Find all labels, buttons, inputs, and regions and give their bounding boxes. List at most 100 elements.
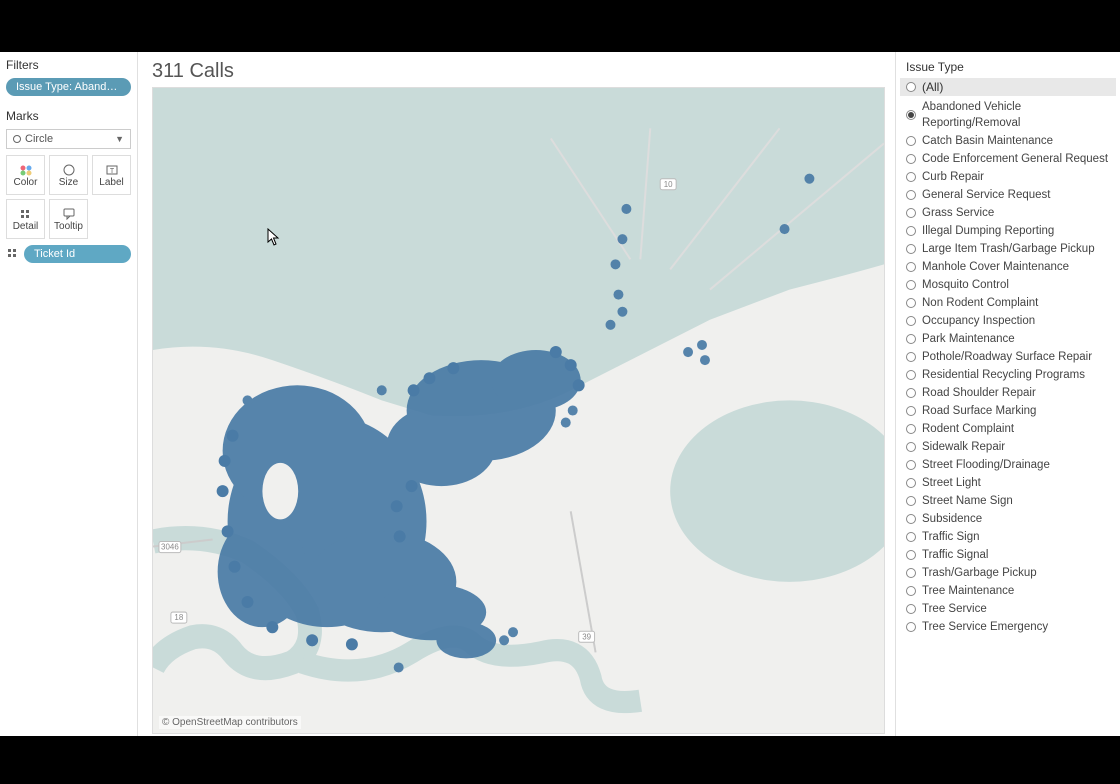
issue-type-option[interactable]: Illegal Dumping Reporting [900,222,1116,240]
road-label-3046: 3046 [161,543,179,552]
detail-icon [19,207,33,221]
issue-type-option-label: Subsidence [922,511,982,527]
issue-type-option[interactable]: Sidewalk Repair [900,438,1116,456]
issue-type-option[interactable]: Abandoned Vehicle Reporting/Removal [900,98,1116,132]
color-button[interactable]: Color [6,155,45,195]
radio-icon [906,514,916,524]
radio-icon [906,208,916,218]
detail-row-icon [6,247,20,261]
chevron-down-icon: ▼ [115,134,124,144]
issue-type-option[interactable]: Non Rodent Complaint [900,294,1116,312]
map-attribution: © OpenStreetMap contributors [159,716,301,729]
issue-type-option[interactable]: Catch Basin Maintenance [900,132,1116,150]
radio-icon [906,226,916,236]
issue-type-option-label: Non Rodent Complaint [922,295,1038,311]
radio-icon [906,604,916,614]
issue-type-option[interactable]: Street Name Sign [900,492,1116,510]
issue-type-option-label: Illegal Dumping Reporting [922,223,1054,239]
radio-icon [906,388,916,398]
issue-type-option-label: Sidewalk Repair [922,439,1005,455]
circle-icon [13,135,21,143]
issue-type-option[interactable]: Street Light [900,474,1116,492]
radio-icon [906,586,916,596]
issue-type-option[interactable]: Tree Service Emergency [900,618,1116,636]
issue-type-option-label: Code Enforcement General Request [922,151,1108,167]
issue-type-list: Abandoned Vehicle Reporting/Removal Catch… [900,96,1116,638]
issue-type-option-label: Street Name Sign [922,493,1013,509]
issue-type-option[interactable]: Traffic Sign [900,528,1116,546]
issue-type-option[interactable]: Occupancy Inspection [900,312,1116,330]
empty-mark-slot [92,199,131,239]
map-svg: 3046 18 39 10 [153,88,884,733]
road-label-18: 18 [174,613,183,622]
issue-type-option-label: Trash/Garbage Pickup [922,565,1037,581]
radio-icon [906,280,916,290]
issue-type-all-row[interactable]: (All) [900,78,1116,96]
issue-type-option[interactable]: Large Item Trash/Garbage Pickup [900,240,1116,258]
svg-text:T: T [109,168,114,175]
road-label-10: 10 [664,180,673,189]
tooltip-icon [62,207,76,221]
issue-type-filter-panel: Issue Type (All) Abandoned Vehicle Repor… [895,52,1120,736]
size-icon [62,163,76,177]
size-button[interactable]: Size [49,155,88,195]
issue-type-option[interactable]: Curb Repair [900,168,1116,186]
radio-icon [906,352,916,362]
issue-type-title: Issue Type [900,58,1116,78]
marks-dropdown-label: Circle [25,133,53,145]
filter-pill-issue-type[interactable]: Issue Type: Abandon.. [6,78,131,96]
radio-icon [906,532,916,542]
issue-type-option[interactable]: Trash/Garbage Pickup [900,564,1116,582]
issue-type-option-label: Grass Service [922,205,994,221]
issue-type-option-label: Road Surface Marking [922,403,1036,419]
issue-type-option-label: Curb Repair [922,169,984,185]
issue-type-option[interactable]: Code Enforcement General Request [900,150,1116,168]
radio-icon [906,172,916,182]
radio-icon [906,496,916,506]
issue-type-option-label: Tree Service Emergency [922,619,1048,635]
marks-type-dropdown[interactable]: Circle ▼ [6,129,131,149]
issue-type-option[interactable]: Subsidence [900,510,1116,528]
tooltip-button[interactable]: Tooltip [49,199,88,239]
filters-title: Filters [6,58,131,72]
radio-icon [906,82,916,92]
issue-type-option[interactable]: Park Maintenance [900,330,1116,348]
radio-icon [906,316,916,326]
issue-type-option[interactable]: Pothole/Roadway Surface Repair [900,348,1116,366]
radio-icon [906,568,916,578]
window-black-bar-bottom [0,736,1120,784]
issue-type-option[interactable]: Road Surface Marking [900,402,1116,420]
radio-icon [906,244,916,254]
issue-type-option[interactable]: Residential Recycling Programs [900,366,1116,384]
issue-type-option[interactable]: General Service Request [900,186,1116,204]
radio-icon [906,190,916,200]
radio-icon [906,424,916,434]
marks-shelf: Marks Circle ▼ Color [6,109,131,263]
issue-type-option[interactable]: Mosquito Control [900,276,1116,294]
radio-icon [906,622,916,632]
issue-type-option-label: Abandoned Vehicle Reporting/Removal [922,99,1110,131]
detail-button[interactable]: Detail [6,199,45,239]
issue-type-option[interactable]: Manhole Cover Maintenance [900,258,1116,276]
radio-icon [906,110,916,120]
marks-title: Marks [6,109,131,123]
issue-type-option-label: Street Flooding/Drainage [922,457,1050,473]
filters-shelf: Filters Issue Type: Abandon.. [6,58,131,99]
issue-type-option[interactable]: Road Shoulder Repair [900,384,1116,402]
issue-type-option-label: Residential Recycling Programs [922,367,1085,383]
issue-type-option-label: Catch Basin Maintenance [922,133,1053,149]
issue-type-option[interactable]: Street Flooding/Drainage [900,456,1116,474]
detail-pill-ticket-id[interactable]: Ticket Id [24,245,131,263]
road-label-39: 39 [582,632,591,641]
label-button[interactable]: T Label [92,155,131,195]
issue-type-option[interactable]: Tree Service [900,600,1116,618]
issue-type-option-label: Traffic Sign [922,529,980,545]
issue-type-option[interactable]: Rodent Complaint [900,420,1116,438]
issue-type-option[interactable]: Grass Service [900,204,1116,222]
issue-type-option-label: Mosquito Control [922,277,1009,293]
color-icon [19,163,33,177]
map-view[interactable]: 3046 18 39 10 [152,87,885,734]
issue-type-option[interactable]: Traffic Signal [900,546,1116,564]
issue-type-option[interactable]: Tree Maintenance [900,582,1116,600]
radio-icon [906,334,916,344]
